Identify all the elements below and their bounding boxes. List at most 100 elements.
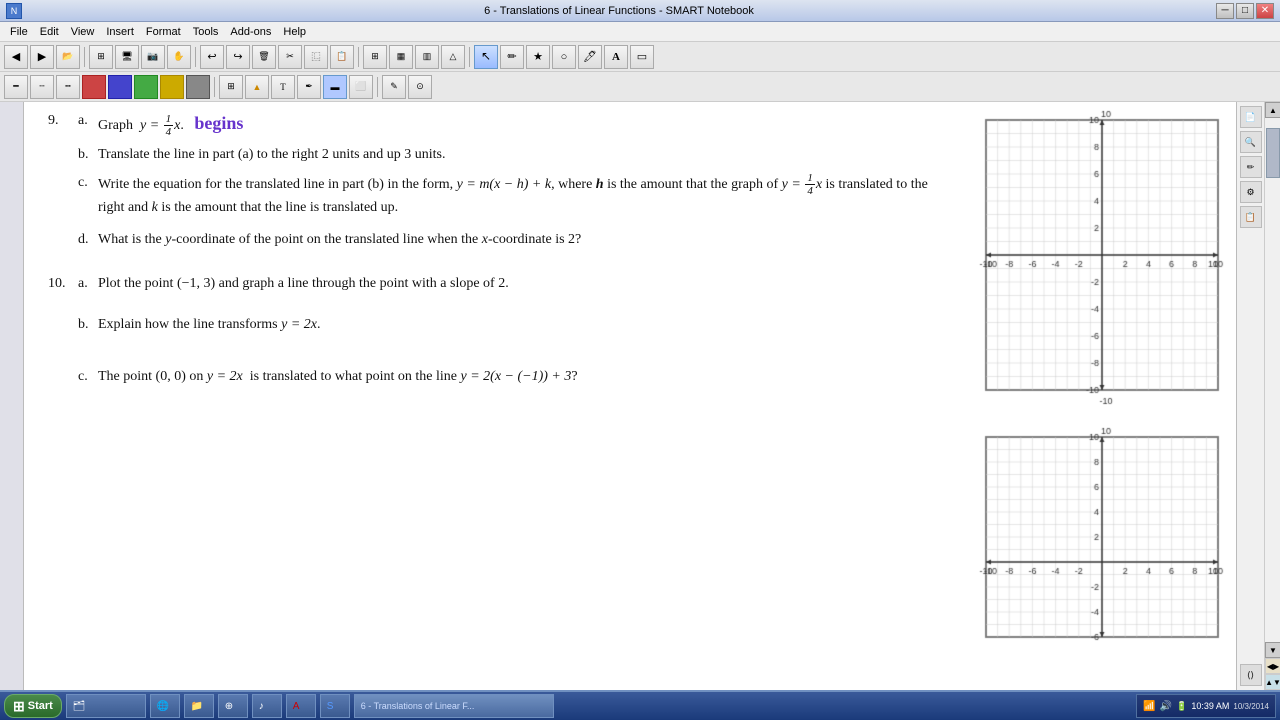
- problem-10b-content: Explain how the line transforms y = 2x.: [98, 314, 934, 336]
- separator5: [214, 77, 215, 97]
- pencil-tool[interactable]: ✒: [297, 75, 321, 99]
- copy-button[interactable]: ⿺: [304, 45, 328, 69]
- scroll-track: [1265, 118, 1280, 642]
- text2-tool[interactable]: T: [271, 75, 295, 99]
- text-tool[interactable]: A: [604, 45, 628, 69]
- menu-bar: File Edit View Insert Format Tools Add-o…: [0, 22, 1280, 42]
- expand-toggle[interactable]: ⟨⟩: [1240, 664, 1262, 686]
- taskbar-smart[interactable]: S: [320, 694, 350, 718]
- expand-left-button[interactable]: ◀▶: [1265, 658, 1280, 674]
- start-button[interactable]: ⊞ Start: [4, 694, 62, 718]
- paste-button[interactable]: 📋: [330, 45, 354, 69]
- taskbar-explorer[interactable]: 🗂: [66, 694, 146, 718]
- col-button[interactable]: ▥: [415, 45, 439, 69]
- problem-9c: c. Write the equation for the translated…: [78, 172, 934, 219]
- scroll-up-button[interactable]: ▲: [1265, 102, 1280, 118]
- close-button[interactable]: ✕: [1256, 3, 1274, 19]
- menu-format[interactable]: Format: [140, 25, 187, 39]
- menu-edit[interactable]: Edit: [34, 25, 65, 39]
- compass-tool[interactable]: ⊙: [408, 75, 432, 99]
- problem-9d-content: What is the y-coordinate of the point on…: [98, 229, 934, 251]
- minimize-button[interactable]: ─: [1216, 3, 1234, 19]
- menu-help[interactable]: Help: [277, 25, 312, 39]
- problem-10-parts: a. Plot the point (−1, 3) and graph a li…: [78, 273, 934, 394]
- tool1[interactable]: ✋: [167, 45, 191, 69]
- problem-9d: d. What is the y-coordinate of the point…: [78, 229, 934, 251]
- taskbar-ie[interactable]: 🌐: [150, 694, 180, 718]
- scrollbar: ▲ ▼ ◀▶ ▲▼: [1264, 102, 1280, 690]
- content-wrapper: 9. a. Graph y = 14x. begins b.: [24, 102, 1236, 690]
- select-tool[interactable]: ↖: [474, 45, 498, 69]
- page-content: 9. a. Graph y = 14x. begins b.: [24, 102, 950, 690]
- highlight-tool[interactable]: ▬: [323, 75, 347, 99]
- table-button[interactable]: ▦: [389, 45, 413, 69]
- system-tray: 📶 🔊 🔋 10:39 AM 10/3/2014: [1136, 694, 1276, 718]
- taskbar-folder[interactable]: 📁: [184, 694, 214, 718]
- open-button[interactable]: 📂: [56, 45, 80, 69]
- line-color4[interactable]: [160, 75, 184, 99]
- line-color2[interactable]: [108, 75, 132, 99]
- eraser-tool[interactable]: ▭: [630, 45, 654, 69]
- problem-9c-label: c.: [78, 172, 98, 219]
- pen-tool[interactable]: ✏: [500, 45, 524, 69]
- rp-icon-2[interactable]: 🔍: [1240, 131, 1262, 153]
- menu-insert[interactable]: Insert: [100, 25, 140, 39]
- rp-icon-5[interactable]: 📋: [1240, 206, 1262, 228]
- pen2-tool[interactable]: 🖊: [578, 45, 602, 69]
- line-style1[interactable]: ━: [4, 75, 28, 99]
- rp-icon-3[interactable]: ✏: [1240, 156, 1262, 178]
- taskbar-chrome[interactable]: ⊕: [218, 694, 248, 718]
- scroll-thumb[interactable]: [1266, 128, 1280, 178]
- grid-insert[interactable]: ⊞: [363, 45, 387, 69]
- scroll-down-button[interactable]: ▼: [1265, 642, 1280, 658]
- line-color3[interactable]: [134, 75, 158, 99]
- taskbar-winamp[interactable]: ♪: [252, 694, 282, 718]
- problem-10a-label: a.: [78, 273, 98, 295]
- problem-10c-label: c.: [78, 366, 98, 388]
- forward-button[interactable]: ▶: [30, 45, 54, 69]
- grid-tool[interactable]: ⊞: [219, 75, 243, 99]
- eraser2-tool[interactable]: ⬜: [349, 75, 373, 99]
- taskbar-acrobat[interactable]: A: [286, 694, 316, 718]
- shape-button[interactable]: △: [441, 45, 465, 69]
- circle-tool[interactable]: ○: [552, 45, 576, 69]
- problem-10b: b. Explain how the line transforms y = 2…: [78, 314, 934, 336]
- cut-button[interactable]: ✂: [278, 45, 302, 69]
- back-button[interactable]: ◀: [4, 45, 28, 69]
- rp-icon-4[interactable]: ⚙: [1240, 181, 1262, 203]
- problem-9b-content: Translate the line in part (a) to the ri…: [98, 144, 934, 166]
- problem-9a: a. Graph y = 14x. begins: [78, 110, 934, 138]
- rp-icon-1[interactable]: 📄: [1240, 106, 1262, 128]
- date-display: 10/3/2014: [1233, 702, 1269, 711]
- delete-button[interactable]: 🗑: [252, 45, 276, 69]
- problem-10a-content: Plot the point (−1, 3) and graph a line …: [98, 273, 934, 295]
- graph-2-canvas: [958, 427, 1228, 657]
- star-tool[interactable]: ★: [526, 45, 550, 69]
- line-style2[interactable]: ╌: [30, 75, 54, 99]
- separator: [84, 47, 85, 67]
- separator6: [377, 77, 378, 97]
- menu-file[interactable]: File: [4, 25, 34, 39]
- menu-tools[interactable]: Tools: [187, 25, 225, 39]
- equation-10c2: y = 2(x − (−1)) + 3: [461, 369, 572, 384]
- problem-9d-label: d.: [78, 229, 98, 251]
- fill-tool[interactable]: ▲: [245, 75, 269, 99]
- line-color5[interactable]: [186, 75, 210, 99]
- pen3-tool[interactable]: ✎: [382, 75, 406, 99]
- screen-button[interactable]: 🖥: [115, 45, 139, 69]
- redo-button[interactable]: ↪: [226, 45, 250, 69]
- line-style3[interactable]: ┅: [56, 75, 80, 99]
- equation-10b: y = 2x: [281, 317, 317, 332]
- capture-button[interactable]: 📷: [141, 45, 165, 69]
- taskbar: ⊞ Start 🗂 🌐 📁 ⊕ ♪ A S 6 - Translations o…: [0, 690, 1280, 720]
- maximize-button[interactable]: □: [1236, 3, 1254, 19]
- undo-button[interactable]: ↩: [200, 45, 224, 69]
- line-color1[interactable]: [82, 75, 106, 99]
- menu-addons[interactable]: Add-ons: [224, 25, 277, 39]
- display-button[interactable]: ⊞: [89, 45, 113, 69]
- app-icon: N: [6, 3, 22, 19]
- network-icon: 📶: [1143, 701, 1155, 712]
- expand-right-button[interactable]: ▲▼: [1265, 674, 1280, 690]
- menu-view[interactable]: View: [65, 25, 101, 39]
- taskbar-notebook[interactable]: 6 - Translations of Linear F...: [354, 694, 554, 718]
